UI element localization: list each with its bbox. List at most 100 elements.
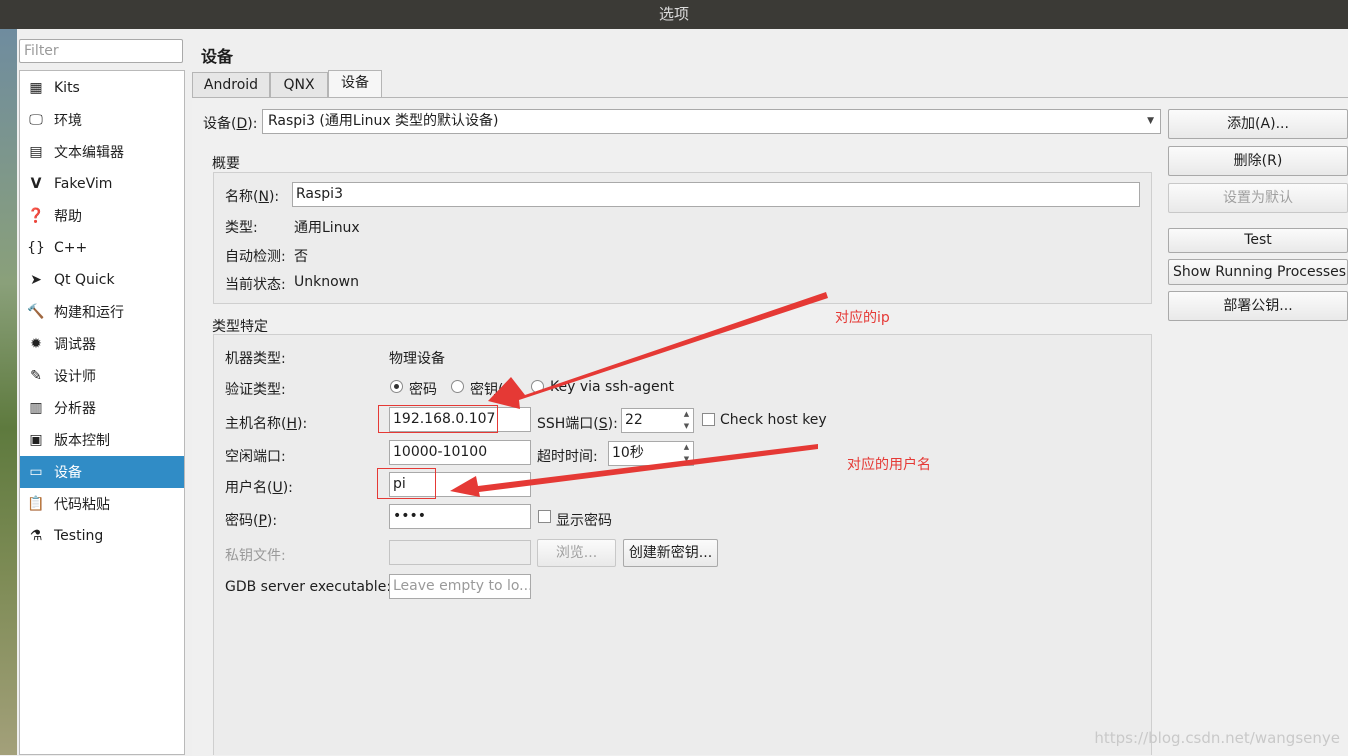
- spin-up-icon[interactable]: ▲: [680, 442, 693, 453]
- hammer-icon: 🔨: [27, 304, 45, 320]
- create-key-button[interactable]: 创建新密钥...: [623, 539, 718, 567]
- sidebar-item-version-control[interactable]: ▣ 版本控制: [20, 424, 184, 456]
- show-processes-button[interactable]: Show Running Processes...: [1168, 259, 1348, 285]
- sidebar-item-label: 代码粘贴: [54, 497, 110, 513]
- ssh-port-label: SSH端口(S):: [537, 416, 618, 432]
- name-label: 名称(N):: [225, 189, 280, 205]
- auth-password-radio[interactable]: [390, 380, 403, 393]
- sidebar-nav: ▦ Kits 🖵 环境 ▤ 文本编辑器 V FakeVim ❓ 帮助 {} C+…: [19, 70, 185, 755]
- remove-button[interactable]: 删除(R): [1168, 146, 1348, 176]
- spin-up-icon[interactable]: ▲: [680, 409, 693, 420]
- overview-title: 概要: [212, 156, 240, 172]
- code-paste-icon: 📋: [27, 496, 45, 512]
- specific-title: 类型特定: [212, 319, 268, 335]
- bug-icon: ✹: [30, 336, 42, 352]
- autodetect-label: 自动检测:: [225, 249, 286, 265]
- sidebar-item-label: Qt Quick: [54, 272, 115, 288]
- add-button[interactable]: 添加(A)...: [1168, 109, 1348, 139]
- sidebar-item-label: 环境: [54, 113, 82, 129]
- sidebar-item-label: 构建和运行: [54, 305, 124, 321]
- timeout-label: 超时时间:: [537, 449, 598, 465]
- type-value: 通用Linux: [294, 220, 360, 236]
- auth-password-label: 密码: [409, 382, 437, 398]
- gdb-field[interactable]: Leave empty to lo...: [389, 574, 531, 599]
- pen-icon: ✎: [30, 368, 42, 384]
- sidebar-item-label: 分析器: [54, 401, 96, 417]
- ip-highlight-box: [378, 405, 498, 433]
- sidebar-item-label: FakeVim: [54, 176, 113, 192]
- free-ports-field[interactable]: 10000-10100: [389, 440, 531, 465]
- sidebar-item-text-editor[interactable]: ▤ 文本编辑器: [20, 136, 184, 168]
- show-password-checkbox[interactable]: [538, 510, 551, 523]
- sidebar-item-label: C++: [54, 240, 88, 256]
- test-button[interactable]: Test: [1168, 228, 1348, 253]
- sidebar-item-analyzer[interactable]: ▥ 分析器: [20, 392, 184, 424]
- window-title: 选项: [0, 0, 1348, 29]
- tab-qnx[interactable]: QNX: [270, 72, 328, 97]
- spin-down-icon[interactable]: ▼: [680, 454, 693, 465]
- state-label: 当前状态:: [225, 277, 286, 293]
- tab-devices[interactable]: 设备: [328, 70, 382, 97]
- user-label: 用户名(U):: [225, 480, 293, 496]
- set-default-button[interactable]: 设置为默认: [1168, 183, 1348, 213]
- sidebar-item-qt-quick[interactable]: ➤ Qt Quick: [20, 264, 184, 296]
- kits-icon: ▦: [29, 80, 43, 96]
- device-select[interactable]: Raspi3 (通用Linux 类型的默认设备) ▼: [262, 109, 1161, 134]
- device-label: 设备(D):: [203, 116, 258, 132]
- sidebar-item-label: 版本控制: [54, 433, 110, 449]
- auth-agent-radio[interactable]: [531, 380, 544, 393]
- sidebar-item-testing[interactable]: ⚗ Testing: [20, 520, 184, 552]
- page-title: 设备: [201, 47, 234, 66]
- timeout-spinbox[interactable]: 10秒 ▲ ▼: [608, 441, 694, 466]
- testing-icon: ⚗: [29, 528, 43, 544]
- type-label: 类型:: [225, 220, 258, 236]
- gdb-label: GDB server executable:: [225, 579, 392, 595]
- sidebar-item-debugger[interactable]: ✹ 调试器: [20, 328, 184, 360]
- auth-agent-label: Key via ssh-agent: [550, 379, 674, 395]
- text-editor-icon: ▤: [29, 144, 43, 160]
- sidebar-item-help[interactable]: ❓ 帮助: [20, 200, 184, 232]
- sidebar-item-label: 调试器: [54, 337, 96, 353]
- timeout-value: 10秒: [612, 445, 644, 461]
- sidebar-item-devices[interactable]: ▭ 设备: [20, 456, 184, 488]
- password-label: 密码(P):: [225, 513, 278, 529]
- sidebar-item-label: Testing: [54, 528, 104, 544]
- machine-type-value: 物理设备: [389, 351, 445, 367]
- auth-label: 验证类型:: [225, 382, 286, 398]
- braces-icon: {}: [27, 240, 45, 256]
- browse-button[interactable]: 浏览...: [537, 539, 616, 567]
- user-annotation: 对应的用户名: [847, 457, 931, 473]
- password-field[interactable]: ••••: [389, 504, 531, 529]
- ssh-port-value: 22: [625, 412, 643, 428]
- sidebar-item-label: 文本编辑器: [54, 145, 124, 161]
- sidebar-item-label: Kits: [54, 80, 80, 96]
- sidebar-item-label: 设计师: [54, 369, 96, 385]
- ssh-port-spinbox[interactable]: 22 ▲ ▼: [621, 408, 694, 433]
- monitor-icon: 🖵: [29, 112, 43, 128]
- check-host-key-checkbox[interactable]: [702, 413, 715, 426]
- show-password-label: 显示密码: [556, 513, 612, 529]
- sidebar-item-cpp[interactable]: {} C++: [20, 232, 184, 264]
- sidebar-item-label: 帮助: [54, 209, 82, 225]
- analyzer-icon: ▥: [29, 400, 43, 416]
- sidebar-item-kits[interactable]: ▦ Kits: [20, 72, 184, 104]
- sidebar-item-build-run[interactable]: 🔨 构建和运行: [20, 296, 184, 328]
- sidebar-item-code-paste[interactable]: 📋 代码粘贴: [20, 488, 184, 520]
- deploy-key-button[interactable]: 部署公钥...: [1168, 291, 1348, 321]
- desktop-background: [0, 29, 17, 755]
- sidebar-item-designer[interactable]: ✎ 设计师: [20, 360, 184, 392]
- version-control-icon: ▣: [29, 432, 43, 448]
- machine-type-label: 机器类型:: [225, 351, 286, 367]
- auth-key-radio[interactable]: [451, 380, 464, 393]
- device-icon: ▭: [29, 464, 43, 480]
- sidebar-item-fakevim[interactable]: V FakeVim: [20, 168, 184, 200]
- qt-quick-icon: ➤: [30, 272, 42, 288]
- sidebar-item-environment[interactable]: 🖵 环境: [20, 104, 184, 136]
- tab-android[interactable]: Android: [192, 72, 270, 97]
- ip-annotation: 对应的ip: [835, 310, 890, 326]
- name-field[interactable]: Raspi3: [292, 182, 1140, 207]
- private-key-label: 私钥文件:: [225, 548, 286, 564]
- spin-down-icon[interactable]: ▼: [680, 421, 693, 432]
- filter-input[interactable]: [19, 39, 183, 63]
- private-key-field: [389, 540, 531, 565]
